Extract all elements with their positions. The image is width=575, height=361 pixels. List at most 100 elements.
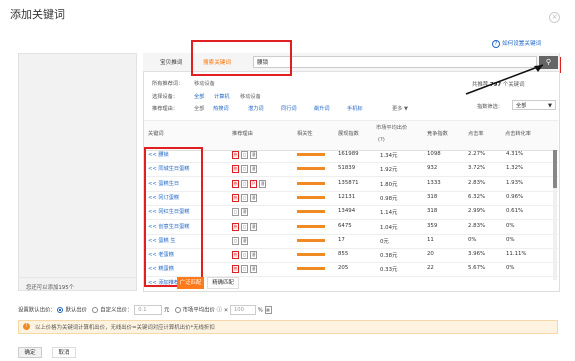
scrollbar-thumb[interactable] bbox=[553, 150, 557, 188]
row-divider bbox=[144, 190, 558, 192]
relevance-bar bbox=[297, 224, 325, 228]
header-cvr[interactable]: 点击转化率 bbox=[505, 130, 531, 137]
relevance-bar bbox=[297, 267, 325, 271]
reason-option-potential[interactable]: 潜力词 bbox=[248, 105, 264, 112]
default-bid-radio[interactable] bbox=[57, 307, 64, 313]
hot-word-icon: 热 bbox=[232, 165, 239, 174]
avg-bid: 1.14元 bbox=[380, 210, 398, 217]
relevance-bar bbox=[297, 153, 325, 156]
ctr-value: 2.83% bbox=[468, 179, 486, 186]
all-recommend-label: 所有推荐词： bbox=[152, 81, 184, 87]
search-index: 13494 bbox=[338, 208, 356, 215]
header-search-index[interactable]: 展现指数 bbox=[338, 130, 359, 137]
row-divider bbox=[144, 233, 558, 235]
header-competition[interactable]: 竞争指数 bbox=[427, 130, 448, 137]
index-filter-select[interactable]: 全部 ▼ bbox=[512, 100, 556, 110]
competition-index: 318 bbox=[427, 193, 438, 200]
custom-bid-label: 自定义出价： bbox=[100, 307, 133, 314]
reason-icons: 热 ◻ 潜 bbox=[232, 165, 259, 174]
ctr-value: 0% bbox=[468, 236, 477, 243]
header-ctr[interactable]: 点击率 bbox=[468, 130, 484, 137]
ctr-value: 6.32% bbox=[468, 193, 486, 200]
reason-option-hot[interactable]: 热搜词 bbox=[213, 105, 229, 112]
tag-icon: 潜 bbox=[250, 151, 257, 159]
cvr-value: 1.32% bbox=[506, 165, 524, 172]
relevance-bar bbox=[297, 195, 325, 199]
avg-bid: 0.33元 bbox=[380, 267, 398, 274]
row-divider bbox=[144, 262, 558, 264]
ctr-value: 3.72% bbox=[468, 165, 486, 172]
reason-option-mobile[interactable]: 手机标 bbox=[347, 105, 363, 112]
more-filters-button[interactable]: 更多 ▼ bbox=[392, 105, 408, 112]
cancel-button[interactable]: 取消 bbox=[52, 347, 76, 358]
index-filter-label: 指数筛选： bbox=[477, 104, 503, 110]
times-sign: × bbox=[223, 307, 229, 314]
search-index: 135871 bbox=[338, 179, 359, 186]
competition-index: 359 bbox=[427, 222, 438, 229]
row-divider bbox=[144, 162, 558, 163]
header-reason: 推荐理由 bbox=[232, 131, 253, 137]
custom-bid-radio[interactable] bbox=[92, 307, 99, 313]
help-link[interactable]: ? 如何设置关键词 bbox=[492, 39, 541, 48]
row-divider bbox=[144, 176, 558, 178]
bid-settings: 设置默认出价： 默认出价 自定义出价： 0.1 元 市场平均出价 ⓘ × 100… bbox=[18, 305, 274, 315]
reason-icons: 热 ◻ 潜 bbox=[232, 251, 259, 260]
cvr-value: 0.61% bbox=[506, 208, 524, 215]
header-relevance[interactable]: 相关性 bbox=[297, 130, 313, 137]
tag-icon: 潜 bbox=[250, 265, 257, 274]
reason-icons: ◻ 潜 bbox=[232, 236, 250, 245]
hot-word-icon: 热 bbox=[232, 179, 239, 188]
ctr-value: 2.27% bbox=[468, 151, 486, 157]
competition-index: 1098 bbox=[427, 151, 441, 157]
header-avg-bid-line1[interactable]: 市场平均出价 bbox=[376, 124, 407, 131]
match-broad-tab[interactable]: 广泛匹配 bbox=[177, 277, 204, 289]
tab-product-keywords[interactable]: 宝贝推词 bbox=[160, 58, 182, 66]
custom-bid-input[interactable]: 0.1 bbox=[134, 305, 163, 315]
search-index: 17 bbox=[338, 236, 345, 243]
avg-bid: 0.38元 bbox=[380, 253, 398, 260]
reason-option-peer[interactable]: 同行词 bbox=[281, 105, 297, 112]
help-link-label: 如何设置关键词 bbox=[502, 41, 542, 47]
cvr-value: 11.11% bbox=[506, 251, 527, 258]
tag-icon: 潜 bbox=[241, 208, 248, 217]
avg-bid: 1.34元 bbox=[380, 153, 398, 159]
confirm-button[interactable]: 确定 bbox=[18, 347, 42, 358]
ctr-value: 2.83% bbox=[468, 222, 486, 229]
reason-option-rising[interactable]: 飙升词 bbox=[314, 105, 330, 112]
competition-index: 20 bbox=[427, 251, 434, 258]
market-bid-radio[interactable] bbox=[174, 307, 181, 313]
header-keyword[interactable]: 关键词 bbox=[148, 130, 164, 137]
percent-input[interactable]: 100 bbox=[229, 305, 256, 315]
chevron-down-icon: ▼ bbox=[548, 103, 552, 109]
annotation-arrow bbox=[465, 64, 544, 95]
relevance-bar bbox=[297, 210, 325, 214]
competition-index: 318 bbox=[427, 208, 438, 215]
divider bbox=[18, 277, 136, 278]
reason-option-all[interactable]: 全部 bbox=[194, 105, 204, 112]
tag-icon: ◻ bbox=[232, 208, 239, 217]
calculator-icon[interactable]: ▦ bbox=[264, 306, 272, 314]
market-bid-label: 市场平均出价 bbox=[182, 307, 215, 314]
cvr-value: 0% bbox=[506, 222, 515, 229]
search-index: 12131 bbox=[338, 193, 356, 200]
search-index: 855 bbox=[338, 251, 349, 258]
tag-icon: 潜 bbox=[259, 179, 266, 188]
device-label: 选择设备： bbox=[152, 94, 178, 100]
chevron-down-icon: ▼ bbox=[404, 106, 409, 112]
device-option-pc[interactable]: 计算机 bbox=[214, 93, 230, 100]
close-icon[interactable]: × bbox=[549, 12, 560, 23]
device-option-mobile[interactable]: 移动设备 bbox=[240, 93, 261, 100]
reason-icons: ◻ 潜 bbox=[232, 208, 250, 217]
match-exact-tab[interactable]: 精确匹配 bbox=[207, 277, 239, 289]
row-divider bbox=[144, 204, 558, 206]
cvr-value: 0.96% bbox=[506, 193, 524, 200]
device-option-all[interactable]: 全部 bbox=[194, 93, 204, 100]
reason-label: 推荐理由： bbox=[152, 106, 178, 112]
search-index: 6475 bbox=[338, 222, 352, 229]
index-filter-value: 全部 bbox=[516, 103, 527, 109]
cvr-value: 4.31% bbox=[506, 151, 524, 157]
default-bid-label: 默认出价 bbox=[65, 307, 88, 314]
ctr-value: 3.96% bbox=[468, 251, 486, 258]
unit-yuan: 元 bbox=[163, 307, 170, 314]
reason-icons: 热 ◻ 潜 bbox=[232, 151, 259, 159]
